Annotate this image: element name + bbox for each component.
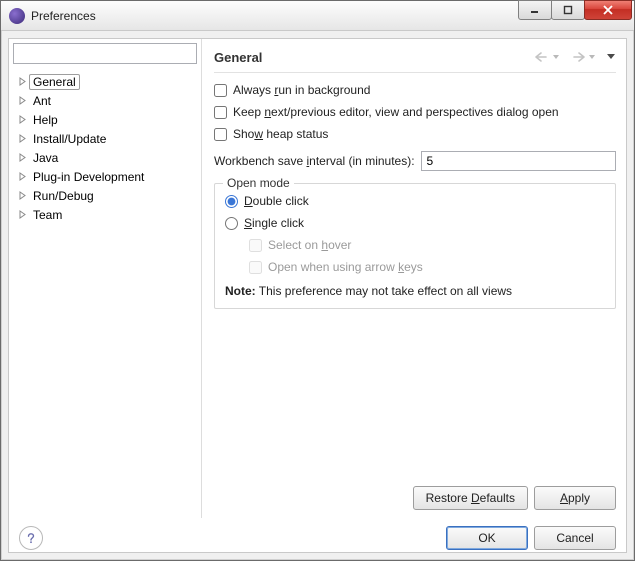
- single-click-radio[interactable]: Single click: [225, 214, 605, 232]
- forward-menu[interactable]: [588, 51, 596, 63]
- sidebar: General Ant Help Install/Update Java Plug-in …: [9, 39, 202, 518]
- back-icon: [534, 51, 550, 63]
- single-click-subopts: Select on hover Open when using arrow ke…: [249, 236, 605, 276]
- chevron-down-icon: [588, 51, 596, 63]
- filter-input[interactable]: [13, 43, 197, 64]
- maximize-icon: [563, 5, 573, 15]
- open-mode-group: Open mode Double click Single click Sele: [214, 183, 616, 309]
- tree-item-plug-in-development[interactable]: Plug-in Development: [15, 167, 201, 186]
- open-mode-title: Open mode: [223, 176, 294, 190]
- back-menu[interactable]: [552, 51, 560, 63]
- close-button[interactable]: [584, 0, 632, 20]
- cancel-button[interactable]: Cancel: [534, 526, 616, 550]
- maximize-button[interactable]: [551, 0, 585, 20]
- minimize-icon: [530, 5, 540, 15]
- open-arrow-keys-checkbox: Open when using arrow keys: [249, 258, 605, 276]
- window-buttons: [519, 1, 632, 30]
- tree-item-label: Help: [29, 112, 62, 128]
- tree-item-label: Ant: [29, 93, 55, 109]
- tree-item-run-debug[interactable]: Run/Debug: [15, 186, 201, 205]
- history-nav: [534, 51, 616, 63]
- save-interval-row: Workbench save interval (in minutes):: [214, 151, 616, 171]
- ok-button[interactable]: OK: [446, 526, 528, 550]
- forward-icon: [570, 51, 586, 63]
- save-interval-input[interactable]: [421, 151, 616, 171]
- app-icon: [9, 8, 25, 24]
- tree-item-label: Run/Debug: [29, 188, 98, 204]
- expand-arrow-icon[interactable]: [15, 151, 29, 165]
- preference-tree[interactable]: General Ant Help Install/Update Java Plug-in …: [9, 70, 201, 224]
- tree-item-ant[interactable]: Ant: [15, 91, 201, 110]
- back-button[interactable]: [534, 51, 550, 63]
- page-title: General: [214, 50, 534, 65]
- always-run-bg-checkbox[interactable]: Always run in background: [214, 81, 616, 99]
- preferences-window: Preferences General Ant Help Install/Update…: [0, 0, 635, 561]
- restore-defaults-button[interactable]: Restore Defaults: [413, 486, 528, 510]
- expand-arrow-icon[interactable]: [15, 132, 29, 146]
- expand-arrow-icon[interactable]: [15, 189, 29, 203]
- dialog-pane: General Ant Help Install/Update Java Plug-in …: [8, 38, 627, 553]
- chevron-down-icon: [606, 51, 616, 63]
- tree-item-general[interactable]: General: [15, 72, 201, 91]
- page-buttons: Restore Defaults Apply: [214, 478, 616, 510]
- chevron-down-icon: [552, 51, 560, 63]
- tree-item-help[interactable]: Help: [15, 110, 201, 129]
- view-menu-button[interactable]: [606, 51, 616, 63]
- tree-item-label: Plug-in Development: [29, 169, 148, 185]
- expand-arrow-icon[interactable]: [15, 94, 29, 108]
- forward-button[interactable]: [570, 51, 586, 63]
- save-interval-label: Workbench save interval (in minutes):: [214, 154, 415, 168]
- tree-item-java[interactable]: Java: [15, 148, 201, 167]
- divider: [214, 72, 616, 73]
- double-click-radio[interactable]: Double click: [225, 192, 605, 210]
- help-button[interactable]: [19, 526, 43, 550]
- close-icon: [602, 5, 614, 15]
- client-area: General Ant Help Install/Update Java Plug-in …: [1, 31, 634, 560]
- expand-arrow-icon[interactable]: [15, 170, 29, 184]
- dialog-footer: OK Cancel: [9, 518, 626, 552]
- tree-item-label: Java: [29, 150, 62, 166]
- tree-item-label: General: [29, 74, 80, 90]
- minimize-button[interactable]: [518, 0, 552, 20]
- expand-arrow-icon[interactable]: [15, 208, 29, 222]
- window-title: Preferences: [31, 9, 519, 23]
- apply-button[interactable]: Apply: [534, 486, 616, 510]
- show-heap-checkbox[interactable]: Show heap status: [214, 125, 616, 143]
- general-form: Always run in background Keep next/previ…: [214, 81, 616, 309]
- expand-arrow-icon[interactable]: [15, 113, 29, 127]
- select-on-hover-checkbox: Select on hover: [249, 236, 605, 254]
- tree-item-label: Install/Update: [29, 131, 110, 147]
- expand-arrow-icon[interactable]: [15, 75, 29, 89]
- tree-item-team[interactable]: Team: [15, 205, 201, 224]
- tree-item-label: Team: [29, 207, 66, 223]
- help-icon: [24, 531, 38, 545]
- content-header: General: [214, 45, 616, 69]
- content-area: General: [202, 39, 626, 518]
- open-mode-note: Note: This preference may not take effec…: [225, 284, 605, 298]
- keep-editor-dialog-checkbox[interactable]: Keep next/previous editor, view and pers…: [214, 103, 616, 121]
- split: General Ant Help Install/Update Java Plug-in …: [9, 39, 626, 518]
- titlebar[interactable]: Preferences: [1, 1, 634, 31]
- tree-item-install-update[interactable]: Install/Update: [15, 129, 201, 148]
